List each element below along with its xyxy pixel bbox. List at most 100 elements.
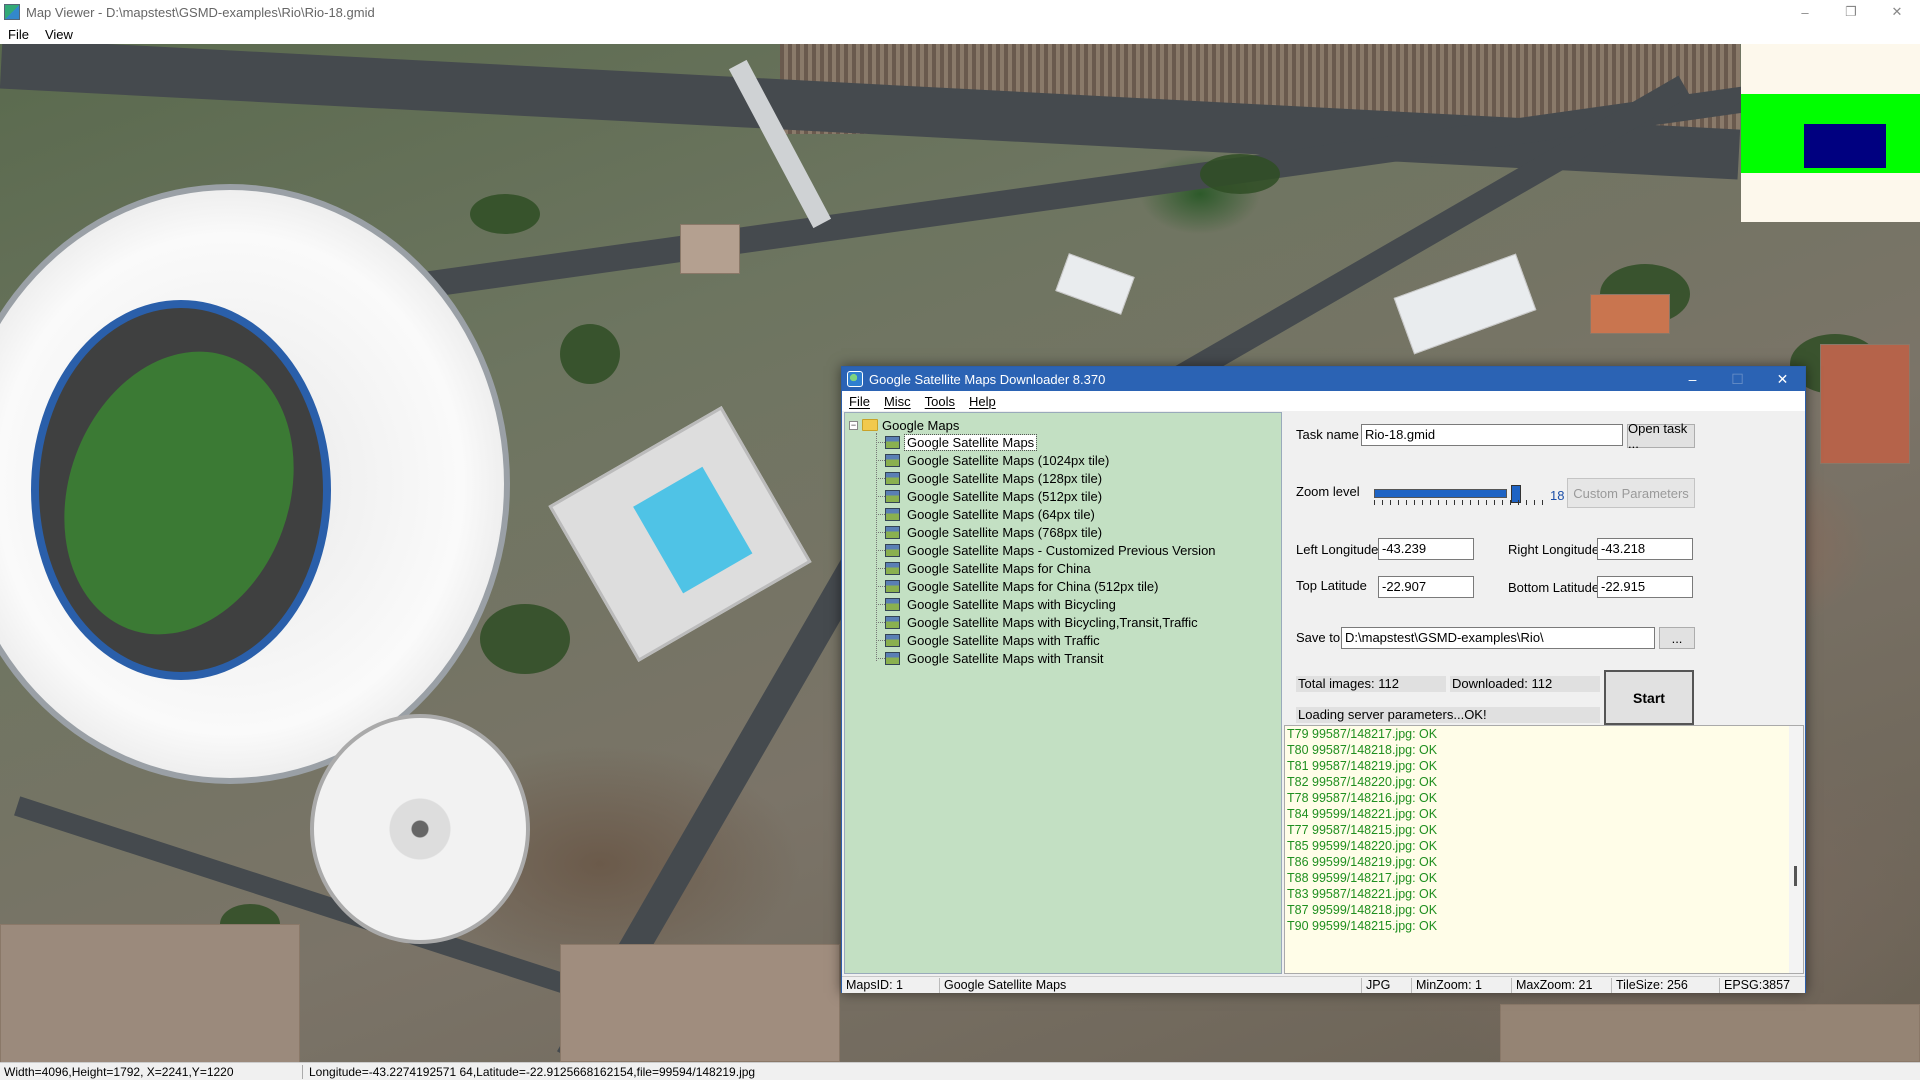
zoom-level-value: 18 <box>1550 488 1565 503</box>
log-line: T84 99599/148221.jpg: OK <box>1287 807 1438 821</box>
tree-item[interactable]: Google Satellite Maps with Bicycling,Tra… <box>869 613 1218 631</box>
tree-item[interactable]: Google Satellite Maps with Traffic <box>869 631 1218 649</box>
maracanazinho-arena <box>310 714 530 944</box>
status-max-zoom: MaxZoom: 21 <box>1512 977 1612 993</box>
building <box>1820 344 1910 464</box>
top-latitude-field[interactable]: -22.907 <box>1378 576 1474 598</box>
start-button[interactable]: Start <box>1604 670 1694 725</box>
close-button[interactable]: ✕ <box>1874 0 1920 24</box>
status-epsg: EPSG:3857 <box>1724 977 1791 992</box>
tree-item[interactable]: Google Satellite Maps (768px tile) <box>869 523 1218 541</box>
tree <box>480 604 570 674</box>
tree-item[interactable]: Google Satellite Maps for China (512px t… <box>869 577 1218 595</box>
tree-root-google-maps[interactable]: − Google Maps <box>849 417 959 433</box>
zoom-level-label: Zoom level <box>1296 484 1360 499</box>
tree-item-label: Google Satellite Maps (128px tile) <box>907 470 1103 486</box>
save-to-label: Save to <box>1296 630 1341 645</box>
tree <box>1200 154 1280 194</box>
downloader-close-button[interactable]: ✕ <box>1760 367 1805 391</box>
downloader-maximize-button[interactable]: ☐ <box>1715 367 1760 391</box>
restore-button[interactable]: ❐ <box>1828 0 1874 24</box>
map-source-tree[interactable]: − Google Maps Google Satellite Maps Googl… <box>844 412 1282 974</box>
map-viewer-window-controls: – ❐ ✕ <box>1782 0 1920 24</box>
menu-misc[interactable]: Misc <box>877 394 918 409</box>
tree-item[interactable]: Google Satellite Maps with Transit <box>869 649 1218 667</box>
bottom-latitude-field[interactable]: -22.915 <box>1597 576 1693 598</box>
log-line: T86 99599/148219.jpg: OK <box>1287 855 1438 869</box>
building <box>1590 294 1670 334</box>
left-longitude-label: Left Longitude <box>1296 542 1379 557</box>
custom-parameters-button[interactable]: Custom Parameters <box>1567 478 1695 508</box>
downloader-title: Google Satellite Maps Downloader 8.370 <box>869 371 1106 387</box>
status-divider <box>302 1064 303 1079</box>
status-map-name: Google Satellite Maps <box>940 977 1362 993</box>
map-viewer-title: Map Viewer - D:\mapstest\GSMD-examples\R… <box>26 4 375 20</box>
task-form-panel: Task name Rio-18.gmid Open task ... Zoom… <box>1284 412 1804 725</box>
tree-item[interactable]: Google Satellite Maps <box>869 433 1218 451</box>
aquatic-center <box>548 406 812 662</box>
downloader-window-controls: – ☐ ✕ <box>1670 367 1805 391</box>
collapse-icon[interactable]: − <box>849 420 858 430</box>
zoom-slider-ticks <box>1374 500 1544 505</box>
building <box>680 224 740 274</box>
tree-item[interactable]: Google Satellite Maps - Customized Previ… <box>869 541 1218 559</box>
tree-item-label: Google Satellite Maps for China (512px t… <box>907 578 1159 594</box>
tree-item[interactable]: Google Satellite Maps (128px tile) <box>869 469 1218 487</box>
map-source-icon <box>885 543 900 557</box>
building <box>1393 253 1537 355</box>
map-source-icon <box>885 633 900 647</box>
tree-item-label: Google Satellite Maps with Transit <box>907 650 1104 666</box>
menu-view[interactable]: View <box>37 27 81 42</box>
map-viewer-titlebar: Map Viewer - D:\mapstest\GSMD-examples\R… <box>0 0 1920 24</box>
tree-items: Google Satellite Maps Google Satellite Ma… <box>869 433 1218 667</box>
downloader-minimize-button[interactable]: – <box>1670 367 1715 391</box>
status-format: JPG <box>1362 977 1412 993</box>
tree-item-label: Google Satellite Maps (768px tile) <box>907 524 1103 540</box>
folder-open-icon <box>862 419 878 431</box>
menu-help[interactable]: Help <box>962 394 1003 409</box>
overview-minimap[interactable] <box>1741 44 1920 222</box>
right-longitude-field[interactable]: -43.218 <box>1597 538 1693 560</box>
left-longitude-field[interactable]: -43.239 <box>1378 538 1474 560</box>
tree-item[interactable]: Google Satellite Maps with Bicycling <box>869 595 1218 613</box>
tree-item[interactable]: Google Satellite Maps for China <box>869 559 1218 577</box>
tree-item[interactable]: Google Satellite Maps (64px tile) <box>869 505 1218 523</box>
zoom-slider-fill <box>1374 489 1507 498</box>
map-source-icon <box>885 525 900 539</box>
status-image-dims: Width=4096,Height=1792, X=2241,Y=1220 <box>4 1064 234 1079</box>
overview-viewport-rect[interactable] <box>1804 124 1886 168</box>
open-task-button[interactable]: Open task ... <box>1627 421 1695 451</box>
tree-item-label: Google Satellite Maps with Bicycling <box>907 596 1116 612</box>
log-line: T78 99587/148216.jpg: OK <box>1287 791 1438 805</box>
tree-item[interactable]: Google Satellite Maps (512px tile) <box>869 487 1218 505</box>
browse-folder-button[interactable]: ... <box>1659 627 1695 649</box>
log-line: T82 99587/148220.jpg: OK <box>1287 775 1438 789</box>
stadium-bowl <box>26 300 332 680</box>
minimize-button[interactable]: – <box>1782 0 1828 24</box>
task-name-field[interactable]: Rio-18.gmid <box>1361 424 1623 446</box>
tree-item[interactable]: Google Satellite Maps (1024px tile) <box>869 451 1218 469</box>
menu-file[interactable]: File <box>0 27 37 42</box>
zoom-level-slider[interactable] <box>1374 485 1544 505</box>
log-scrollbar-thumb[interactable] <box>1794 866 1797 886</box>
map-source-icon <box>885 489 900 503</box>
building <box>1055 253 1135 315</box>
swimming-pool <box>633 466 753 594</box>
tree-item-label: Google Satellite Maps with Traffic <box>907 632 1100 648</box>
total-images-count: Total images: 112 <box>1296 676 1446 692</box>
tree-item-label: Google Satellite Maps - Customized Previ… <box>907 542 1216 558</box>
log-line: T88 99599/148217.jpg: OK <box>1287 871 1438 885</box>
log-line: T81 99587/148219.jpg: OK <box>1287 759 1438 773</box>
downloader-app-icon <box>847 371 863 387</box>
menu-tools[interactable]: Tools <box>918 394 962 409</box>
download-log[interactable]: T79 99587/148217.jpg: OK T80 99587/148218… <box>1284 725 1804 974</box>
log-line: T80 99587/148218.jpg: OK <box>1287 743 1438 757</box>
log-scrollbar[interactable] <box>1789 726 1803 973</box>
bottom-latitude-label: Bottom Latitude <box>1508 580 1600 595</box>
save-to-field[interactable]: D:\mapstest\GSMD-examples\Rio\ <box>1341 627 1655 649</box>
tree-item-label: Google Satellite Maps <box>903 433 1038 451</box>
menu-file[interactable]: File <box>842 394 877 409</box>
tree-root-label: Google Maps <box>882 417 960 433</box>
tree <box>560 324 620 384</box>
downloader-window: Google Satellite Maps Downloader 8.370 –… <box>841 366 1806 993</box>
